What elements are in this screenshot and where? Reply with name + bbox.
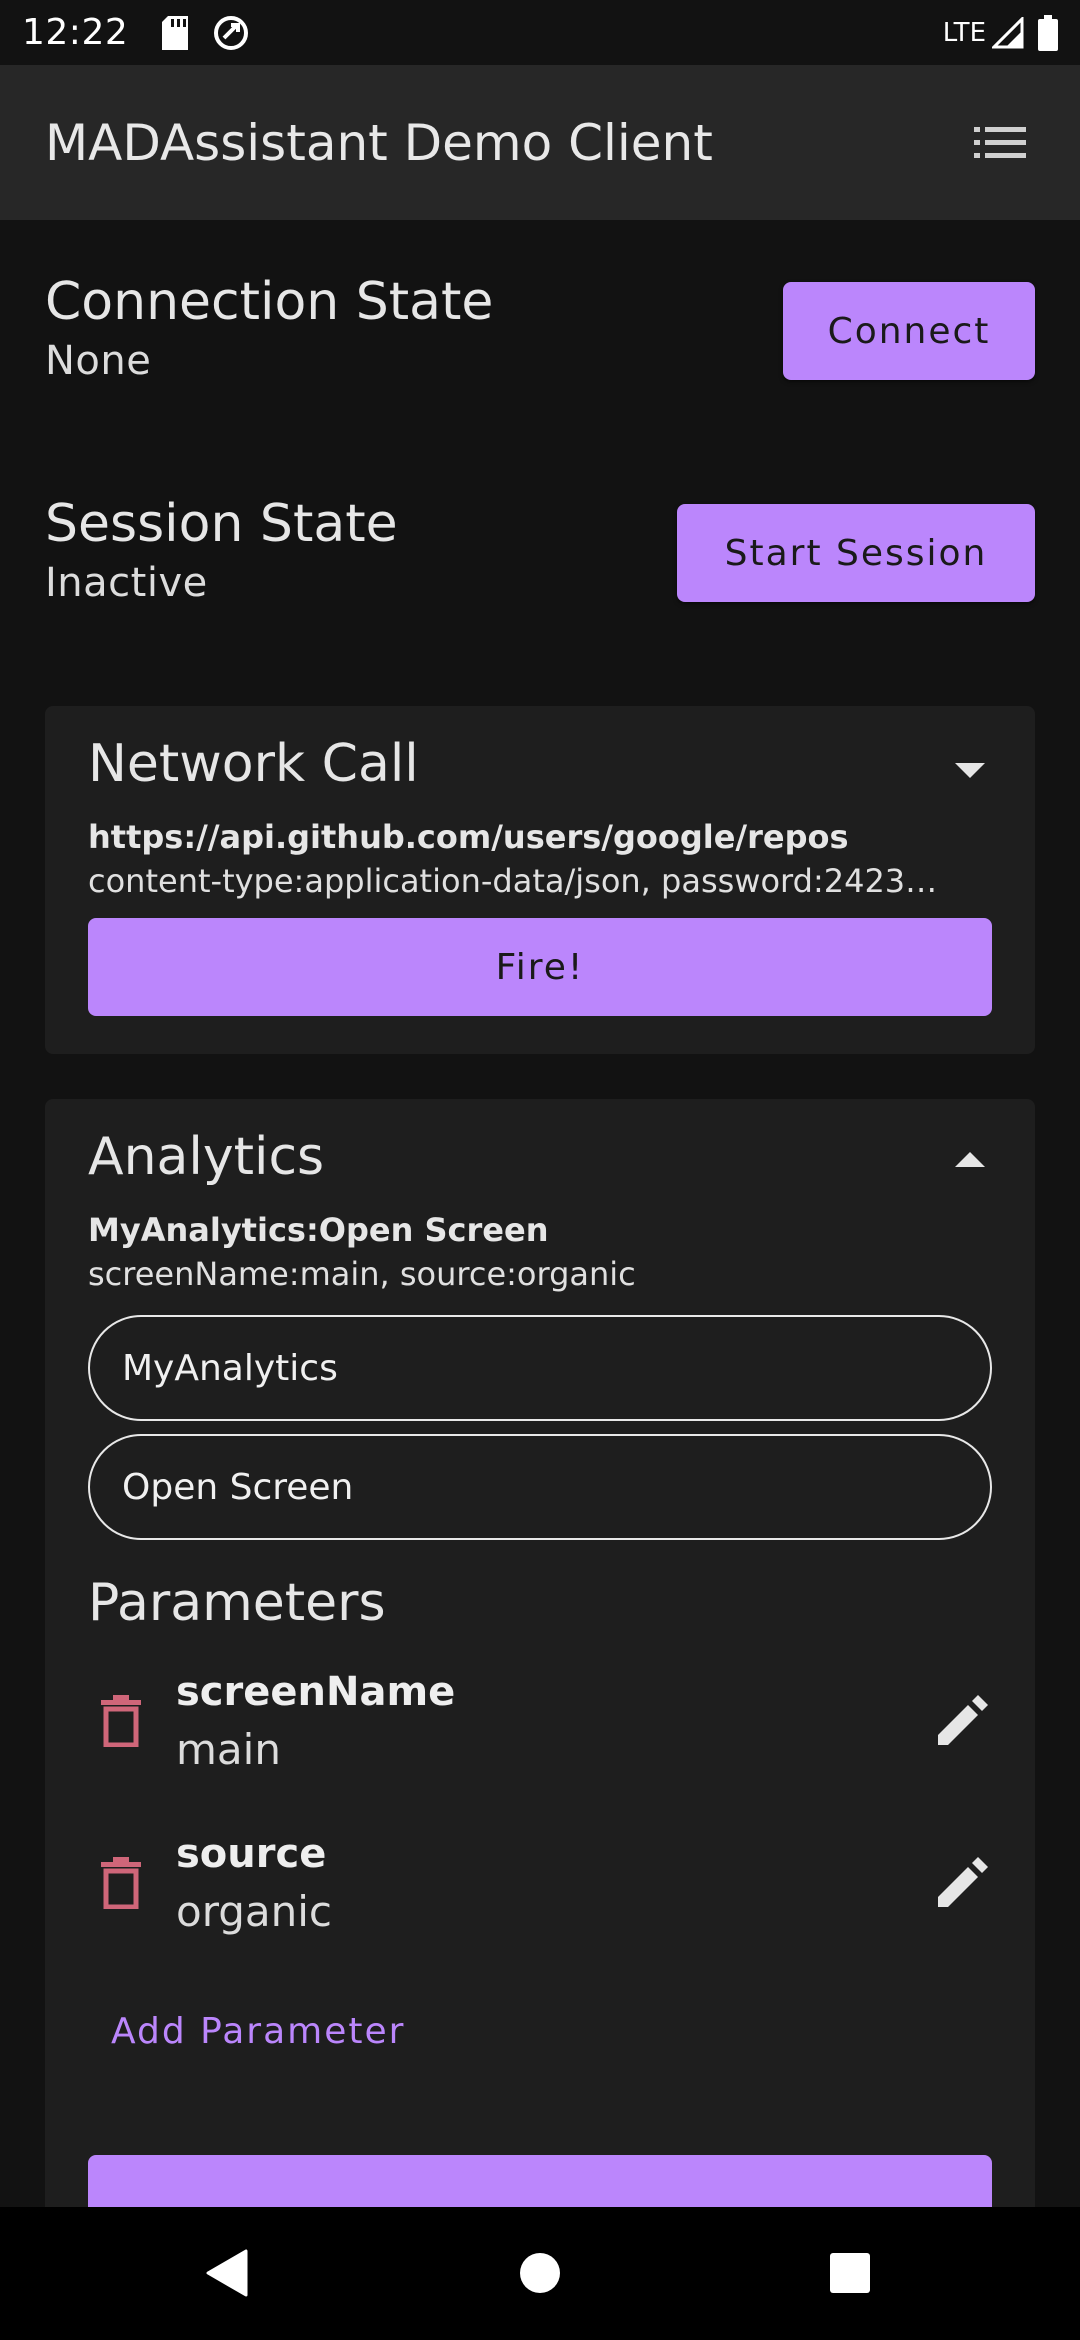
analytics-params-summary: screenName:main, source:organic — [88, 1255, 636, 1293]
analytics-title: Analytics — [88, 1127, 325, 1187]
status-bar: 12:22 LTE — [0, 0, 1080, 65]
list-menu-button[interactable] — [965, 108, 1035, 178]
pencil-icon — [938, 1695, 988, 1745]
signal-icon — [992, 16, 1024, 49]
connection-state-row: Connection State None Connect — [45, 272, 1035, 392]
parameter-value: organic — [176, 1887, 333, 1936]
edit-parameter-button[interactable] — [932, 1691, 992, 1751]
session-state-row: Session State Inactive Start Session — [45, 494, 1035, 614]
status-right: LTE — [942, 14, 1058, 51]
analytics-toggle[interactable] — [940, 1135, 1000, 1185]
parameter-name: source — [176, 1831, 327, 1877]
connect-button[interactable]: Connect — [783, 282, 1035, 380]
network-call-title: Network Call — [88, 734, 419, 794]
delete-parameter-button[interactable] — [96, 1853, 146, 1913]
trash-icon — [101, 1695, 141, 1747]
back-button[interactable] — [196, 2243, 256, 2303]
connection-state-value: None — [45, 338, 152, 384]
navigation-bar — [0, 2207, 1080, 2340]
status-time: 12:22 — [22, 12, 129, 53]
analytics-submit-button-edge[interactable] — [88, 2155, 992, 2207]
chevron-up-icon — [955, 1152, 985, 1167]
sd-card-icon — [162, 15, 190, 50]
parameter-row: screenName main — [88, 1669, 992, 1789]
parameter-row: source organic — [88, 1831, 992, 1951]
analytics-event-value: Open Screen — [122, 1466, 354, 1508]
recents-square-icon — [830, 2253, 870, 2293]
edit-parameter-button[interactable] — [932, 1853, 992, 1913]
sync-icon — [212, 14, 250, 52]
analytics-destination-value: MyAnalytics — [122, 1347, 338, 1389]
session-state-value: Inactive — [45, 560, 208, 606]
start-session-button[interactable]: Start Session — [677, 504, 1035, 602]
battery-icon — [1038, 14, 1058, 51]
parameter-value: main — [176, 1725, 281, 1774]
network-call-url: https://api.github.com/users/google/repo… — [88, 818, 849, 856]
pencil-icon — [938, 1857, 988, 1907]
analytics-destination-field[interactable]: MyAnalytics — [88, 1315, 992, 1421]
network-type: LTE — [942, 17, 986, 48]
app-title: MADAssistant Demo Client — [45, 113, 713, 172]
parameter-name: screenName — [176, 1669, 456, 1715]
trash-icon — [101, 1857, 141, 1909]
list-icon — [974, 126, 1026, 158]
analytics-event-field[interactable]: Open Screen — [88, 1434, 992, 1540]
home-button[interactable] — [510, 2243, 570, 2303]
recents-button[interactable] — [820, 2243, 880, 2303]
chevron-down-icon — [955, 763, 985, 778]
analytics-card: Analytics MyAnalytics:Open Screen screen… — [45, 1099, 1035, 2207]
session-state-label: Session State — [45, 494, 398, 554]
app-bar: MADAssistant Demo Client — [0, 65, 1080, 220]
fire-button[interactable]: Fire! — [88, 918, 992, 1016]
back-triangle-icon — [206, 2249, 248, 2297]
home-circle-icon — [520, 2253, 560, 2293]
add-parameter-button[interactable]: Add Parameter — [111, 2011, 405, 2052]
network-call-card: Network Call https://api.github.com/user… — [45, 706, 1035, 1054]
network-call-toggle[interactable] — [940, 746, 1000, 796]
network-call-headers: content-type:application-data/json, pass… — [88, 862, 938, 900]
connection-state-label: Connection State — [45, 272, 494, 332]
analytics-summary: MyAnalytics:Open Screen — [88, 1211, 549, 1249]
delete-parameter-button[interactable] — [96, 1691, 146, 1751]
parameters-heading: Parameters — [88, 1573, 386, 1633]
main-content[interactable]: Connection State None Connect Session St… — [0, 220, 1080, 2207]
